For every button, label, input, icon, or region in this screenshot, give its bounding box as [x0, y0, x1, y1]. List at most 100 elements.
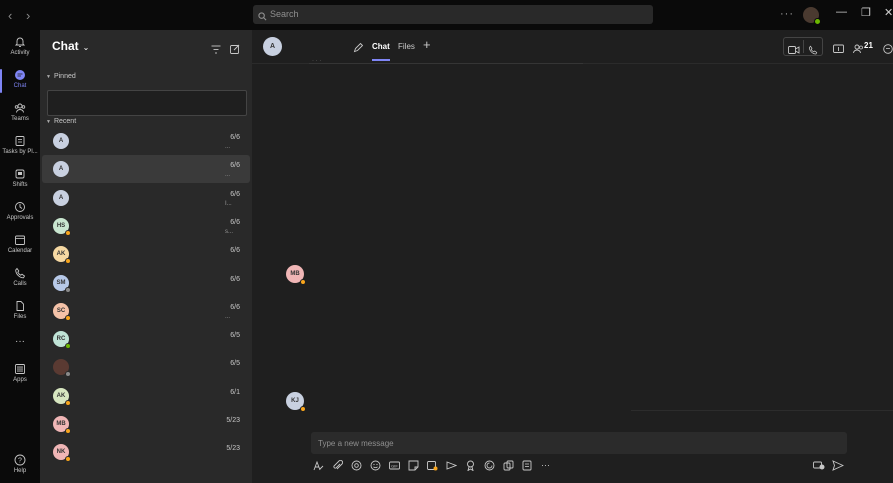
collapse-icon: ▼	[46, 74, 51, 80]
collapse-icon: ▼	[46, 119, 51, 125]
loop-icon[interactable]	[351, 460, 365, 474]
contact-avatar: AK	[53, 387, 71, 406]
pinned-section-header[interactable]: ▼ Pinned	[46, 73, 76, 80]
tab-chat[interactable]: Chat	[372, 42, 390, 61]
format-icon[interactable]	[313, 460, 327, 474]
pinned-label: Pinned	[53, 73, 76, 80]
send-later-icon[interactable]	[813, 460, 827, 474]
chat-options-icon[interactable]	[883, 41, 893, 59]
send-icon[interactable]	[832, 460, 846, 474]
attach-icon[interactable]	[332, 460, 346, 474]
contact-avatar: A	[53, 133, 69, 149]
chat-list-item[interactable]: 6/5	[42, 353, 250, 381]
profile-avatar[interactable]	[803, 7, 821, 25]
viva-icon[interactable]	[484, 460, 498, 474]
rail-item-chat[interactable]: Chat	[0, 67, 40, 97]
sticker-icon[interactable]	[408, 460, 422, 474]
search-box[interactable]: Search	[253, 5, 653, 24]
chat-list-item[interactable]: AK 6/1	[42, 382, 250, 410]
rail-item-approvals[interactable]: Approvals	[0, 199, 40, 229]
rail-item-tasks[interactable]: Tasks by Pl...	[0, 133, 40, 163]
rail-label: Calendar	[7, 248, 33, 254]
chat-list-item[interactable]: NK 5/23	[42, 438, 250, 466]
minimize-icon[interactable]: —	[836, 6, 847, 18]
rail-item-calls[interactable]: Calls	[0, 265, 40, 295]
chat-list-item[interactable]: AK 6/6	[42, 240, 250, 268]
rail-item-activity[interactable]: Activity	[0, 34, 40, 64]
more-options-icon[interactable]: ···	[780, 8, 794, 20]
chat-list-item[interactable]: A 6/6...	[42, 127, 250, 155]
avatar-initials: SC	[56, 307, 66, 314]
chat-date: 6/6	[230, 275, 240, 283]
new-chat-icon[interactable]	[230, 41, 240, 59]
message-avatar-mb[interactable]: MB	[286, 265, 306, 285]
rail-item-more[interactable]: ···	[0, 332, 40, 362]
restore-icon[interactable]: ❐	[861, 6, 871, 19]
emoji-icon[interactable]	[370, 460, 384, 474]
compose-box[interactable]: Type a new message	[311, 432, 847, 454]
schedule-meeting-icon[interactable]	[427, 460, 441, 474]
video-call-icon[interactable]	[788, 42, 800, 60]
presence-dot	[65, 456, 71, 463]
people-icon[interactable]	[853, 41, 864, 59]
recent-section-header[interactable]: ▼ Recent	[46, 118, 76, 125]
chat-main-area: A Chat Files + 21 · · · MB KJ Type a new…	[252, 30, 893, 483]
rail-label: Calls	[13, 281, 27, 287]
tasks-icon	[15, 136, 25, 146]
rail-item-apps[interactable]: Apps	[0, 361, 40, 391]
presence-dot	[65, 258, 71, 265]
chat-list-item[interactable]: SC 6/6...	[42, 297, 250, 325]
tab-files[interactable]: Files	[398, 42, 415, 51]
chat-header: A Chat Files + 21	[252, 30, 893, 64]
search-placeholder: Search	[270, 9, 299, 19]
svg-text:GIF: GIF	[391, 463, 398, 468]
chevron-down-icon: ⌄	[82, 43, 90, 52]
praise-icon[interactable]	[465, 460, 479, 474]
chat-list-item[interactable]: A 6/6 I...	[42, 184, 250, 212]
forward-arrow-icon[interactable]: ›	[26, 8, 30, 23]
rail-item-calendar[interactable]: Calendar	[0, 232, 40, 262]
presence-dot	[300, 279, 306, 285]
chat-preview: I...	[225, 200, 232, 207]
more-actions-icon[interactable]: ···	[541, 460, 555, 474]
avatar-initials: A	[58, 138, 64, 144]
participant-count[interactable]: 21	[864, 41, 873, 50]
chat-list-item[interactable]: MB 5/23	[42, 410, 250, 438]
audio-call-icon[interactable]	[808, 42, 818, 60]
filter-icon[interactable]	[211, 41, 221, 59]
chat-list-item[interactable]: RC 6/5	[42, 325, 250, 353]
phone-icon	[15, 267, 26, 279]
chat-icon	[15, 70, 25, 80]
presence-dot	[65, 229, 71, 236]
chat-title: Chat	[52, 39, 79, 53]
chat-title-dropdown[interactable]: Chat ⌄	[52, 39, 89, 53]
gif-icon[interactable]: GIF	[389, 460, 403, 474]
chat-avatar[interactable]: A	[263, 37, 282, 56]
copy-icon[interactable]	[503, 460, 517, 474]
presence-dot	[65, 428, 71, 434]
rail-label: Help	[13, 468, 27, 474]
chat-list-item[interactable]: A 6/6...	[42, 155, 250, 184]
help-icon: ?	[14, 454, 26, 466]
rail-item-shifts[interactable]: Shifts	[0, 166, 40, 196]
chat-list-panel: Chat ⌄ ▼ Pinned ▼ Recent A 6/6... A 6/6... A 6/6…	[40, 30, 252, 483]
stream-icon[interactable]	[446, 460, 460, 474]
pencil-icon[interactable]	[353, 40, 364, 58]
rail-item-teams[interactable]: Teams	[0, 100, 40, 130]
screen-share-icon[interactable]	[833, 41, 844, 59]
contact-avatar	[53, 359, 71, 378]
rail-item-files[interactable]: Files	[0, 298, 40, 328]
more-icon: ···	[15, 336, 25, 347]
avatar-initials: KJ	[291, 398, 299, 404]
chat-list-item[interactable]: HS 6/6 s...	[42, 212, 250, 240]
message-avatar-kj[interactable]: KJ	[286, 392, 306, 412]
updates-icon[interactable]	[522, 460, 536, 474]
back-arrow-icon[interactable]: ‹	[8, 8, 12, 23]
chat-date: 6/6	[230, 303, 240, 311]
rail-item-help[interactable]: ? Help	[0, 452, 40, 482]
rail-label: Files	[13, 314, 27, 320]
add-tab-icon[interactable]: +	[423, 37, 431, 52]
app-rail: Activity Chat Teams Tasks by Pl... Shift…	[0, 30, 40, 483]
chat-list-item[interactable]: SM 6/6	[42, 269, 250, 297]
close-icon[interactable]: ✕	[884, 6, 893, 19]
